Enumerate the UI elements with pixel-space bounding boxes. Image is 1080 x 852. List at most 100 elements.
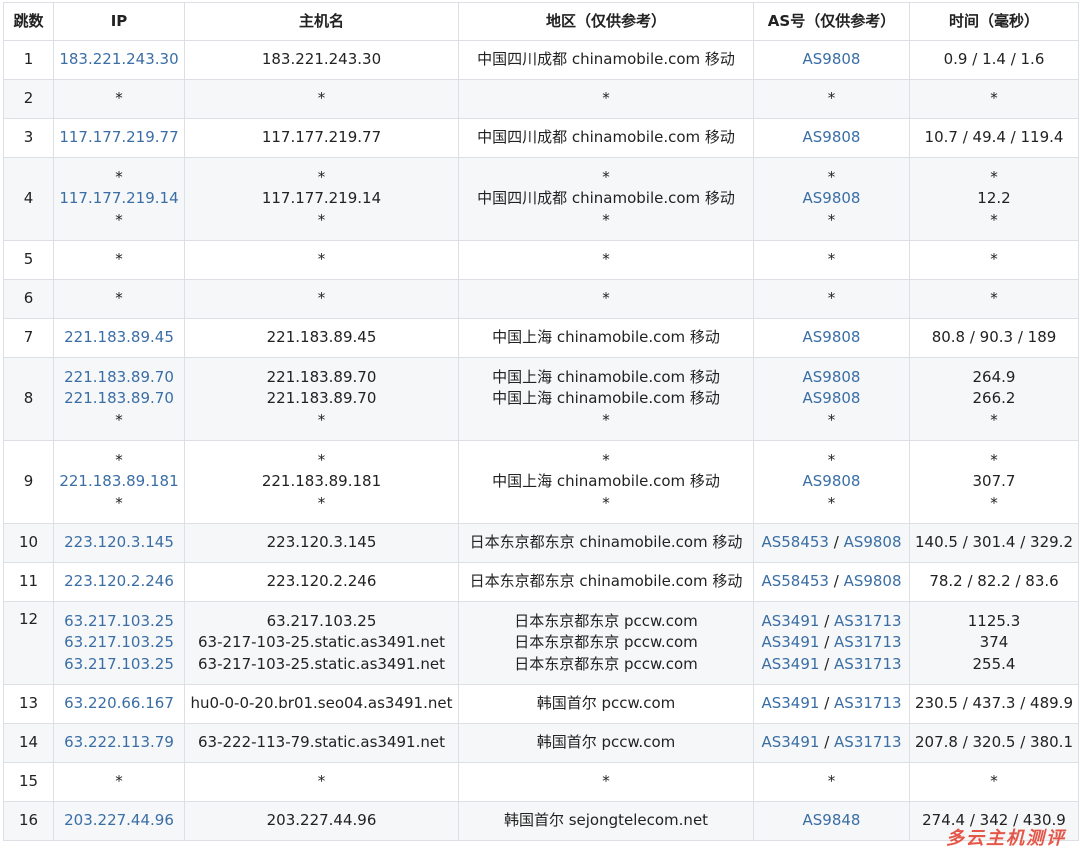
hop-number: 15 bbox=[3, 762, 54, 802]
hostname-text: * bbox=[317, 410, 326, 429]
ip-link[interactable]: 63.222.113.79 bbox=[56, 732, 182, 754]
hostname-text: 117.177.219.77 bbox=[261, 128, 382, 147]
ip-link[interactable]: 223.120.2.246 bbox=[56, 571, 182, 593]
ip-link[interactable]: 221.183.89.70 bbox=[56, 367, 182, 389]
ip-cell: * bbox=[53, 240, 185, 280]
region-text: 中国上海 chinamobile.com 移动 bbox=[492, 389, 720, 408]
asn-link[interactable]: AS3491 bbox=[761, 733, 819, 751]
time-cell: 207.8 / 320.5 / 380.1 bbox=[909, 723, 1079, 763]
hostname-cell: * bbox=[184, 762, 459, 802]
asn-link[interactable]: AS3491 bbox=[761, 655, 819, 673]
ip-cell: 223.120.3.145 bbox=[53, 523, 185, 563]
ip-unknown: * bbox=[115, 493, 123, 512]
time-text: 140.5 / 301.4 / 329.2 bbox=[914, 533, 1073, 552]
asn-link[interactable]: AS9808 bbox=[844, 572, 902, 590]
region-cell: * bbox=[458, 79, 754, 119]
asn-link[interactable]: AS31713 bbox=[834, 633, 902, 651]
ip-link[interactable]: 221.183.89.70 bbox=[56, 388, 182, 410]
asn-line: * bbox=[756, 88, 907, 110]
ip-link[interactable]: 221.183.89.45 bbox=[56, 327, 182, 349]
hostname-cell: 223.120.3.145 bbox=[184, 523, 459, 563]
asn-separator: / bbox=[819, 694, 835, 713]
table-row: 14 63.222.113.79 63-222-113-79.static.as34… bbox=[3, 723, 1079, 763]
asn-unknown: * bbox=[827, 772, 836, 791]
header-asn: AS号（仅供参考） bbox=[753, 2, 910, 41]
time-cell: 230.5 / 437.3 / 489.9 bbox=[909, 684, 1079, 724]
asn-link[interactable]: AS9808 bbox=[844, 533, 902, 551]
ip-link[interactable]: 63.217.103.25 bbox=[56, 632, 182, 654]
hostname-text: 63-222-113-79.static.as3491.net bbox=[198, 733, 445, 752]
asn-separator: / bbox=[828, 533, 844, 552]
hostname-cell: hu0-0-0-20.br01.seo04.as3491.net bbox=[184, 684, 459, 724]
hop-number: 16 bbox=[3, 801, 54, 841]
asn-link[interactable]: AS9808 bbox=[803, 368, 861, 386]
time-cell: * bbox=[909, 279, 1079, 319]
ip-link[interactable]: 117.177.219.14 bbox=[56, 188, 182, 210]
ip-cell: 221.183.89.45 bbox=[53, 318, 185, 358]
region-text: 日本东京都东京 chinamobile.com 移动 bbox=[469, 533, 743, 552]
asn-link[interactable]: AS58453 bbox=[761, 533, 829, 551]
time-text: 307.7 bbox=[972, 472, 1016, 491]
ip-cell: * bbox=[53, 279, 185, 319]
asn-link[interactable]: AS9808 bbox=[803, 189, 861, 207]
hostname-text: 221.183.89.45 bbox=[266, 328, 377, 347]
asn-cell: AS58453 / AS9808 bbox=[753, 523, 910, 563]
asn-line: AS58453 / AS9808 bbox=[756, 571, 907, 593]
region-text: 韩国首尔 pccw.com bbox=[536, 694, 676, 713]
asn-link[interactable]: AS3491 bbox=[761, 694, 819, 712]
ip-unknown: * bbox=[115, 210, 123, 229]
asn-line: * bbox=[756, 210, 907, 232]
table-row: 11 223.120.2.246 223.120.2.246 日本东京都东京 chin… bbox=[3, 562, 1079, 602]
table-row: 10 223.120.3.145 223.120.3.145 日本东京都东京 chin… bbox=[3, 523, 1079, 563]
time-text: 0.9 / 1.4 / 1.6 bbox=[943, 50, 1045, 69]
asn-link[interactable]: AS31713 bbox=[834, 655, 902, 673]
asn-link[interactable]: AS9848 bbox=[803, 811, 861, 829]
ip-link[interactable]: 223.120.3.145 bbox=[56, 532, 182, 554]
region-text: 韩国首尔 pccw.com bbox=[536, 733, 676, 752]
ip-link[interactable]: 117.177.219.77 bbox=[56, 127, 182, 149]
asn-cell: AS3491 / AS31713 bbox=[753, 684, 910, 724]
asn-link[interactable]: AS9808 bbox=[803, 389, 861, 407]
asn-link[interactable]: AS58453 bbox=[761, 572, 829, 590]
region-text: * bbox=[602, 167, 610, 186]
asn-link[interactable]: AS31713 bbox=[834, 733, 902, 751]
asn-cell: * AS9808 * bbox=[753, 157, 910, 241]
time-text: * bbox=[990, 493, 998, 512]
asn-link[interactable]: AS31713 bbox=[834, 694, 902, 712]
ip-link[interactable]: 63.217.103.25 bbox=[56, 654, 182, 676]
asn-link[interactable]: AS3491 bbox=[761, 612, 819, 630]
asn-separator: / bbox=[819, 611, 835, 630]
time-text: 1125.3 bbox=[967, 611, 1021, 630]
hostname-text: 63-217-103-25.static.as3491.net bbox=[198, 633, 445, 652]
ip-link[interactable]: 63.220.66.167 bbox=[56, 693, 182, 715]
asn-line: * bbox=[756, 288, 907, 310]
asn-link[interactable]: AS31713 bbox=[834, 612, 902, 630]
asn-link[interactable]: AS9808 bbox=[803, 328, 861, 346]
region-cell: * bbox=[458, 762, 754, 802]
asn-line: * bbox=[756, 167, 907, 189]
region-text: * bbox=[602, 289, 610, 308]
hostname-cell: 63.217.103.25 63-217-103-25.static.as3491… bbox=[184, 601, 459, 685]
table-row: 5 * * * * * bbox=[3, 240, 1079, 280]
hostname-cell: 203.227.44.96 bbox=[184, 801, 459, 841]
time-cell: 0.9 / 1.4 / 1.6 bbox=[909, 40, 1079, 80]
hostname-text: 221.183.89.181 bbox=[261, 472, 382, 491]
asn-link[interactable]: AS9808 bbox=[803, 50, 861, 68]
asn-link[interactable]: AS9808 bbox=[803, 472, 861, 490]
time-text: 78.2 / 82.2 / 83.6 bbox=[929, 572, 1059, 591]
ip-link[interactable]: 221.183.89.181 bbox=[56, 471, 182, 493]
asn-cell: AS9808 bbox=[753, 40, 910, 80]
ip-link[interactable]: 63.217.103.25 bbox=[56, 611, 182, 633]
asn-link[interactable]: AS9808 bbox=[803, 128, 861, 146]
time-text: 12.2 bbox=[977, 189, 1011, 208]
ip-link[interactable]: 183.221.243.30 bbox=[56, 49, 182, 71]
header-time: 时间（毫秒） bbox=[909, 2, 1079, 41]
asn-cell: AS3491 / AS31713 bbox=[753, 723, 910, 763]
ip-link[interactable]: 203.227.44.96 bbox=[56, 810, 182, 832]
asn-line: AS9808 bbox=[756, 49, 907, 71]
table-header-row: 跳数 IP 主机名 地区（仅供参考） AS号（仅供参考） 时间（毫秒） bbox=[3, 2, 1079, 41]
hostname-cell: 221.183.89.70 221.183.89.70 * bbox=[184, 357, 459, 441]
asn-link[interactable]: AS3491 bbox=[761, 633, 819, 651]
time-text: * bbox=[990, 167, 998, 186]
hop-number: 14 bbox=[3, 723, 54, 763]
